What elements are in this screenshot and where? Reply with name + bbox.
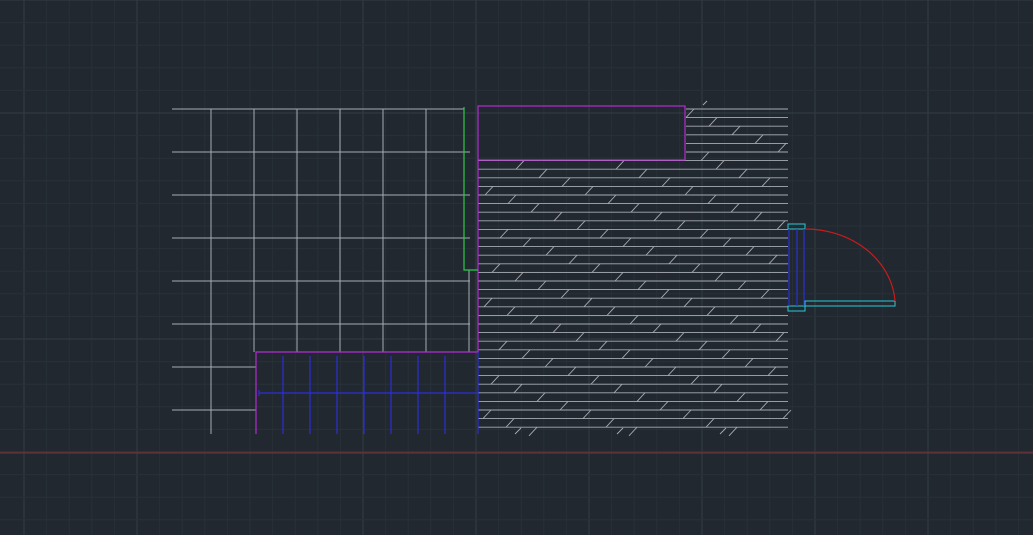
hatch-tick bbox=[575, 332, 585, 342]
hatch-tick bbox=[713, 383, 723, 394]
hatch-tick bbox=[552, 323, 562, 333]
hatch-tick bbox=[698, 340, 708, 351]
hatch-tick bbox=[638, 168, 648, 179]
hatch-tick bbox=[544, 358, 554, 368]
hatch-tick bbox=[637, 280, 647, 290]
hatch-tick bbox=[537, 280, 547, 290]
hatch-tick bbox=[759, 401, 769, 411]
hatch-tick bbox=[605, 418, 615, 428]
hatch-tick bbox=[553, 211, 563, 222]
hatch-tick bbox=[506, 306, 516, 316]
hatch-tick bbox=[484, 186, 494, 196]
drawing-canvas[interactable] bbox=[0, 0, 1033, 535]
hatch-tick bbox=[736, 392, 746, 402]
hatch-tick bbox=[614, 272, 624, 282]
hatch-tick bbox=[767, 366, 777, 376]
hatch-tick bbox=[499, 229, 509, 239]
hatch-tick bbox=[775, 332, 785, 342]
hatch-tick bbox=[715, 160, 725, 170]
hatch-tick bbox=[483, 297, 493, 308]
hatch-tick bbox=[599, 229, 609, 239]
hatch-tick bbox=[522, 237, 532, 247]
hatch-tick bbox=[737, 280, 747, 290]
door-leaf bbox=[804, 300, 896, 307]
hatch-tick bbox=[682, 409, 692, 419]
door-frame-bottom bbox=[787, 305, 806, 312]
hatch-tick bbox=[538, 168, 548, 179]
hatch-tick bbox=[621, 349, 631, 359]
hatch-tick bbox=[676, 220, 686, 230]
hatch-tick bbox=[521, 349, 531, 359]
hatch-tick bbox=[776, 220, 786, 230]
hatch-tick bbox=[490, 375, 500, 385]
hatch-tick bbox=[630, 203, 640, 213]
hatch-tick bbox=[515, 160, 525, 170]
hatch-tick bbox=[582, 409, 592, 419]
hatch-tick bbox=[567, 366, 577, 376]
hatch-tick bbox=[761, 177, 771, 187]
hatch-tick bbox=[622, 237, 632, 247]
hatch-tick bbox=[583, 297, 593, 308]
hatch-tick bbox=[505, 418, 515, 428]
hatch-tick bbox=[683, 297, 693, 308]
hatch-tick bbox=[705, 418, 715, 428]
hatch-tick bbox=[708, 117, 718, 127]
hatch-tick bbox=[738, 168, 748, 179]
hatch-tick bbox=[590, 375, 600, 385]
hatch-tick bbox=[661, 177, 671, 187]
hatch-tick bbox=[613, 383, 623, 394]
hatch-tick bbox=[728, 426, 738, 437]
hatch-tick bbox=[568, 254, 578, 265]
hatch-tick bbox=[667, 366, 677, 376]
hatch-tick bbox=[653, 211, 663, 222]
hatch-tick bbox=[690, 375, 700, 385]
hatch-tick bbox=[675, 332, 685, 342]
cad-model-space-viewport[interactable] bbox=[0, 0, 1033, 535]
hatch-tick bbox=[668, 254, 678, 265]
stair-railing[interactable] bbox=[258, 352, 479, 434]
hatch-tick bbox=[482, 409, 492, 419]
hatch-tick bbox=[706, 306, 716, 316]
hatch-tick bbox=[753, 211, 763, 222]
hatch-tick bbox=[777, 143, 787, 153]
hatch-tick bbox=[615, 160, 625, 170]
hatch-tick bbox=[606, 306, 616, 316]
hatch-tick bbox=[699, 229, 709, 239]
hatch-tick bbox=[498, 340, 508, 351]
hatch-tick bbox=[702, 100, 708, 106]
counter-rectangle[interactable] bbox=[477, 105, 686, 161]
hatch-tick bbox=[545, 246, 555, 256]
hatch-tick bbox=[659, 401, 669, 411]
hatch-tick bbox=[707, 194, 717, 204]
hatch-tick bbox=[714, 272, 724, 282]
background-grid bbox=[0, 0, 1033, 535]
hatch-tick bbox=[684, 186, 694, 196]
hatch-tick bbox=[744, 358, 754, 368]
hatch-tick bbox=[507, 194, 517, 204]
hatch-tick bbox=[752, 323, 762, 333]
hatch-tick bbox=[636, 392, 646, 402]
hatch-tick bbox=[530, 203, 540, 213]
hatch-tick bbox=[598, 340, 608, 351]
hatch-tick bbox=[628, 426, 638, 437]
hatch-tick bbox=[528, 426, 538, 437]
hatch-tick bbox=[644, 358, 654, 368]
door-swing-arc bbox=[804, 228, 896, 302]
hatch-tick bbox=[645, 246, 655, 256]
door-symbol[interactable] bbox=[787, 223, 896, 312]
hatch-tick bbox=[730, 203, 740, 213]
hatch-tick bbox=[576, 220, 586, 230]
hatch-tick bbox=[514, 272, 524, 282]
hatch-tick bbox=[731, 125, 741, 136]
hatch-tick bbox=[721, 349, 731, 359]
hatch-tick bbox=[782, 409, 792, 419]
